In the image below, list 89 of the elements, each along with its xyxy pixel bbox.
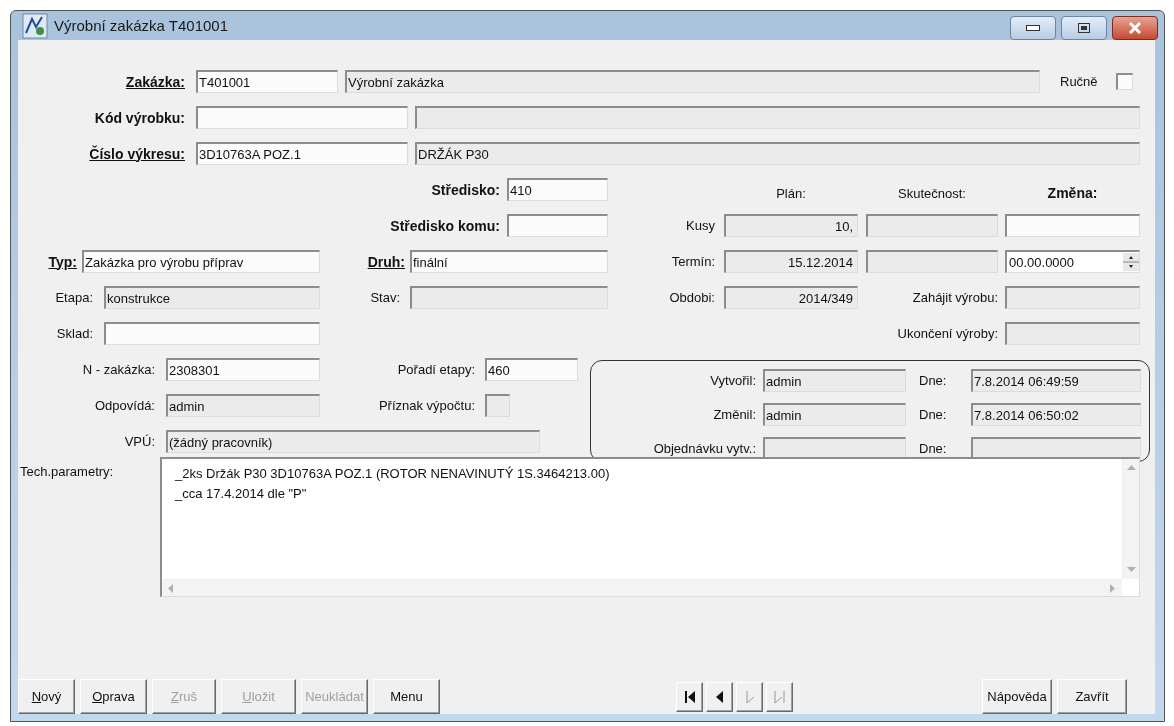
field-label: Zahájit výrobu: (911, 290, 998, 305)
vertical-scrollbar[interactable] (1122, 459, 1139, 579)
text-field[interactable]: admin (763, 403, 906, 426)
field-label[interactable]: Druh: (320, 253, 405, 270)
field-label: Ukončení výroby: (896, 326, 998, 341)
toolbar-button[interactable]: Oprava (80, 679, 147, 714)
text-field[interactable]: Zakázka pro výrobu příprav (82, 250, 320, 273)
field-label: Stav: (369, 290, 400, 305)
text-field[interactable] (1005, 214, 1140, 237)
checkbox[interactable] (1115, 73, 1133, 90)
text-field[interactable]: Výrobní zakázka (345, 70, 1040, 93)
first-record-button[interactable] (676, 681, 703, 712)
toolbar-button[interactable]: Zavřít (1057, 679, 1127, 714)
field-label: Kód výrobku: (93, 109, 185, 126)
field-label: Sklad: (55, 326, 93, 341)
app-icon (22, 12, 48, 39)
maximize-button[interactable] (1061, 15, 1107, 40)
text-field[interactable] (866, 214, 998, 237)
column-header: Skutečnost: (897, 186, 967, 201)
text-field[interactable]: 7.8.2014 06:49:59 (971, 369, 1141, 392)
field-label: Objednávku vytv.: (652, 441, 756, 456)
field-label: Dne: (919, 441, 948, 456)
close-icon (1128, 21, 1142, 34)
field-label: Příznak výpočtu: (377, 398, 475, 413)
close-button[interactable] (1112, 15, 1158, 40)
column-header: Plán: (775, 186, 807, 201)
text-field[interactable]: 2014/349 (724, 286, 858, 309)
field-label: Vytvořil: (709, 373, 756, 388)
toolbar-button[interactable]: Nový (18, 679, 75, 714)
skip-last-icon (772, 688, 787, 705)
text-field[interactable]: admin (166, 394, 320, 417)
field-label: Středisko: (430, 181, 500, 198)
text-field[interactable]: (žádný pracovník) (166, 430, 540, 453)
skip-first-icon (682, 688, 697, 705)
field-label: Tech.parametry: (19, 463, 115, 481)
field-label: VPÚ: (123, 434, 155, 449)
maximize-icon (1078, 22, 1090, 33)
scroll-up-icon[interactable] (1126, 465, 1136, 471)
horizontal-scrollbar[interactable] (162, 579, 1122, 596)
field-label[interactable]: Zakázka: (18, 73, 185, 90)
field-label: Pořadí etapy: (396, 362, 475, 377)
field-label: Kusy (685, 218, 715, 233)
minimize-icon (1026, 24, 1040, 31)
field-label[interactable]: Číslo výkresu: (18, 145, 185, 162)
text-field[interactable]: finální (410, 250, 608, 273)
text-field[interactable] (104, 322, 320, 345)
text-field[interactable]: T401001 (196, 70, 338, 93)
scroll-right-icon[interactable] (1110, 583, 1116, 593)
text-field[interactable] (410, 286, 608, 309)
field-label[interactable]: Typ: (18, 253, 77, 270)
text-field[interactable]: 10, (724, 214, 858, 237)
text-field[interactable] (1005, 286, 1140, 309)
text-line: _2ks Držák P30 3D10763A POZ.1 (ROTOR NENAVINUTÝ 1S.3464213.00) (175, 465, 611, 483)
text-field[interactable] (485, 394, 510, 417)
toolbar-button[interactable]: Menu (373, 679, 440, 714)
field-label: Odpovídá: (94, 398, 155, 413)
field-label: Dne: (919, 373, 948, 388)
field-label: Termín: (670, 254, 715, 269)
field-label: N - zakázka: (81, 362, 155, 377)
text-field[interactable]: 3D10763A POZ.1 (196, 142, 408, 165)
date-spinner[interactable]: 00.00.0000 (1005, 250, 1140, 273)
field-label: Ručně (1060, 74, 1098, 89)
text-field[interactable]: 15.12.2014 (724, 250, 858, 273)
field-label: Dne: (919, 407, 948, 422)
text-field[interactable]: DRŽÁK P30 (415, 142, 1140, 165)
text-field[interactable] (507, 214, 608, 237)
previous-record-button[interactable] (706, 681, 733, 712)
column-header: Změna: (1046, 185, 1099, 201)
minimize-button[interactable] (1010, 15, 1056, 40)
text-field[interactable] (1005, 322, 1140, 345)
text-field[interactable]: konstrukce (104, 286, 320, 309)
scroll-down-icon[interactable] (1126, 567, 1136, 573)
text-field[interactable]: 7.8.2014 06:50:02 (971, 403, 1141, 426)
text-field[interactable] (866, 250, 998, 273)
field-label: Středisko komu: (389, 217, 500, 234)
field-label: Změnil: (712, 407, 756, 422)
window-title: Výrobní zakázka T401001 (54, 17, 228, 34)
text-field[interactable] (196, 106, 408, 129)
text-area[interactable]: _2ks Držák P30 3D10763A POZ.1 (ROTOR NENAVINUTÝ 1S.3464213.00) _cca 17.4.2014 dle "P" (160, 457, 1140, 597)
text-field[interactable] (415, 106, 1140, 129)
text-field[interactable]: 2308301 (166, 358, 320, 381)
text-field[interactable]: 460 (485, 358, 578, 381)
field-label: Etapa: (54, 290, 93, 305)
text-field[interactable]: 410 (507, 178, 608, 201)
scroll-left-icon[interactable] (168, 583, 174, 593)
field-label: Obdobi: (668, 290, 715, 305)
text-field[interactable]: admin (763, 369, 906, 392)
text-line: _cca 17.4.2014 dle "P" (175, 485, 308, 503)
toolbar-button[interactable]: Nápověda (982, 679, 1052, 714)
